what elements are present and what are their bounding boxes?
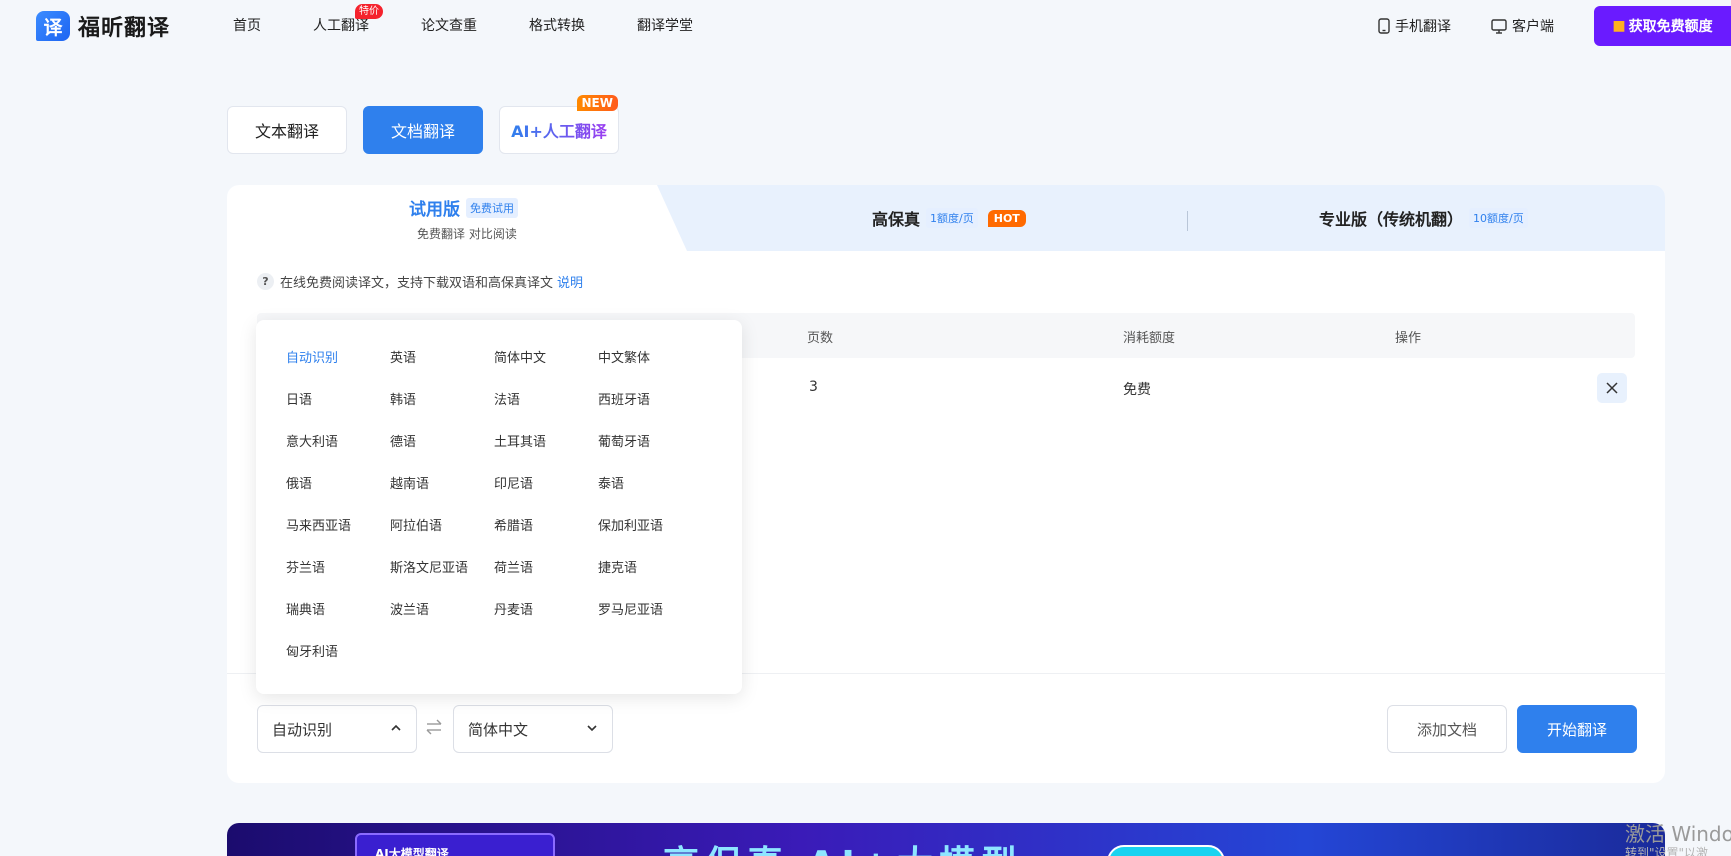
language-option[interactable]: 葡萄牙语 — [598, 422, 702, 464]
banner-cta[interactable] — [1107, 845, 1225, 856]
plan-trial-name: 试用版 — [409, 200, 460, 220]
logo-text: 福昕翻译 — [78, 16, 171, 41]
nav-human-translation[interactable]: 人工翻译 特价 — [313, 0, 383, 52]
close-icon — [1606, 382, 1618, 394]
language-option[interactable]: 西班牙语 — [598, 380, 702, 422]
windows-activation-watermark: 激活 Windo — [1625, 822, 1731, 846]
language-option[interactable]: 简体中文 — [494, 338, 598, 380]
language-grid: 自动识别 英语 简体中文 中文繁体日语 韩语 法语 西班牙语意大利语 德语 土耳其语 葡萄牙语俄语… — [286, 338, 702, 674]
windows-activation-watermark-sub: 转到"设置"以激 — [1625, 846, 1709, 856]
banner-title: 高保真 AI+大模型 — [663, 835, 1023, 856]
plan-selector: 试用版 免费试用 免费翻译 对比阅读 高保真 1额度/页 HOT 专业版（传统机… — [227, 185, 1665, 251]
col-actions: 操作 — [1395, 331, 1422, 346]
new-badge: NEW — [576, 95, 618, 111]
language-option[interactable]: 阿拉伯语 — [390, 506, 494, 548]
row-cost: 免费 — [1123, 382, 1151, 398]
language-option[interactable]: 法语 — [494, 380, 598, 422]
main-nav: 首页 人工翻译 特价 论文查重 格式转换 翻译学堂 — [233, 0, 745, 52]
language-option[interactable]: 捷克语 — [598, 548, 702, 590]
header-right: 手机翻译 客户端 ■ 获取免费额度 — [1378, 0, 1731, 52]
mode-tabs: 文本翻译 文档翻译 AI+人工翻译 NEW — [227, 95, 635, 154]
language-option[interactable]: 印尼语 — [494, 464, 598, 506]
plan-hifi-tag: 1额度/页 — [926, 208, 978, 228]
col-cost: 消耗额度 — [1123, 331, 1176, 346]
tab-document-translation[interactable]: 文档翻译 — [363, 106, 483, 154]
language-option[interactable]: 匈牙利语 — [286, 632, 390, 674]
swap-languages-icon[interactable] — [425, 718, 443, 740]
gift-icon: ■ — [1612, 18, 1626, 34]
language-option[interactable]: 韩语 — [390, 380, 494, 422]
language-option[interactable]: 芬兰语 — [286, 548, 390, 590]
language-option[interactable]: 中文繁体 — [598, 338, 702, 380]
mobile-translate-link[interactable]: 手机翻译 — [1378, 16, 1451, 36]
nav-plagiarism-check[interactable]: 论文查重 — [421, 0, 477, 52]
monitor-icon — [1491, 18, 1507, 34]
hint-text: 在线免费阅读译文，支持下载双语和高保真译文 — [280, 276, 554, 291]
nav-format-convert[interactable]: 格式转换 — [529, 0, 585, 52]
language-option[interactable]: 荷兰语 — [494, 548, 598, 590]
remove-file-button[interactable] — [1597, 373, 1627, 403]
language-dropdown: 自动识别 英语 简体中文 中文繁体日语 韩语 法语 西班牙语意大利语 德语 土耳其语 葡萄牙语俄语… — [256, 320, 742, 694]
plan-divider — [1187, 211, 1188, 231]
language-option[interactable]: 瑞典语 — [286, 590, 390, 632]
language-option[interactable]: 自动识别 — [286, 338, 390, 380]
plan-professional[interactable]: 专业版（传统机翻） 10额度/页 — [1319, 206, 1528, 230]
start-translation-button[interactable]: 开始翻译 — [1517, 705, 1637, 753]
language-option[interactable]: 土耳其语 — [494, 422, 598, 464]
language-option[interactable]: 丹麦语 — [494, 590, 598, 632]
plan-pro-tag: 10额度/页 — [1469, 208, 1528, 228]
plan-high-fidelity[interactable]: 高保真 1额度/页 HOT — [872, 206, 1026, 230]
language-option[interactable]: 波兰语 — [390, 590, 494, 632]
plan-trial-tag: 免费试用 — [466, 197, 518, 218]
row-pages: 3 — [809, 379, 818, 395]
hint-line: ? 在线免费阅读译文，支持下载双语和高保真译文 说明 — [257, 272, 583, 291]
col-pages: 页数 — [807, 331, 834, 346]
source-language-select[interactable]: 自动识别 — [257, 705, 417, 753]
language-option[interactable]: 马来西亚语 — [286, 506, 390, 548]
language-option[interactable]: 越南语 — [390, 464, 494, 506]
promo-banner[interactable]: AI大模型翻译 高保真 AI+大模型 — [227, 823, 1665, 856]
plan-trial-subtitle: 免费翻译 对比阅读 — [417, 227, 517, 241]
language-option[interactable]: 罗马尼亚语 — [598, 590, 702, 632]
language-option[interactable]: 意大利语 — [286, 422, 390, 464]
logo[interactable]: 译 福昕翻译 — [36, 10, 170, 42]
language-option[interactable]: 德语 — [390, 422, 494, 464]
tab-ai-human-translation[interactable]: AI+人工翻译 NEW — [499, 95, 619, 154]
top-header: 译 福昕翻译 首页 人工翻译 特价 论文查重 格式转换 翻译学堂 手机翻译 客户端… — [0, 0, 1731, 52]
get-free-quota-button[interactable]: ■ 获取免费额度 — [1594, 6, 1731, 46]
nav-home[interactable]: 首页 — [233, 0, 261, 52]
language-option[interactable]: 俄语 — [286, 464, 390, 506]
chevron-up-icon — [391, 724, 401, 731]
hot-badge: HOT — [987, 209, 1026, 227]
tab-text-translation[interactable]: 文本翻译 — [227, 106, 347, 154]
banner-badge: AI大模型翻译 — [355, 833, 555, 856]
logo-mark-icon: 译 — [36, 11, 70, 41]
language-option[interactable]: 希腊语 — [494, 506, 598, 548]
phone-icon — [1378, 18, 1390, 34]
language-option[interactable]: 日语 — [286, 380, 390, 422]
question-icon: ? — [257, 273, 274, 290]
plan-trial[interactable]: 试用版 免费试用 免费翻译 对比阅读 — [227, 185, 687, 251]
language-option[interactable]: 斯洛文尼亚语 — [390, 548, 494, 590]
chevron-down-icon — [587, 725, 597, 732]
add-document-button[interactable]: 添加文档 — [1387, 705, 1507, 753]
language-option[interactable]: 英语 — [390, 338, 494, 380]
target-language-select[interactable]: 简体中文 — [453, 705, 613, 753]
hint-explain-link[interactable]: 说明 — [557, 272, 583, 291]
special-price-badge: 特价 — [355, 4, 383, 19]
client-link[interactable]: 客户端 — [1491, 16, 1554, 36]
language-option[interactable]: 泰语 — [598, 464, 702, 506]
language-option[interactable]: 保加利亚语 — [598, 506, 702, 548]
nav-translation-academy[interactable]: 翻译学堂 — [637, 0, 693, 52]
